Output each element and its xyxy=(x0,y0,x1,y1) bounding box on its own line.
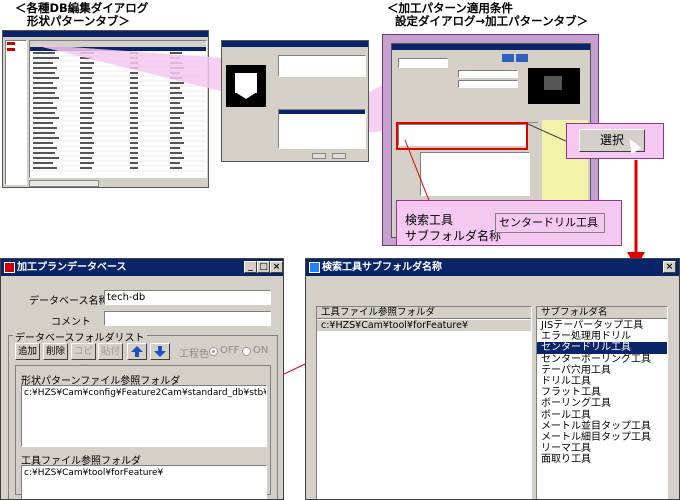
subfolder-value-field[interactable]: センタードリル工具 xyxy=(495,213,605,233)
delete-button[interactable]: 削除 xyxy=(43,343,68,360)
radio-off-label: OFF xyxy=(220,345,240,356)
subfolder-list-items: JISテーパータップ工具 エラー処理用ドリル センタードリル工具 センターボーリ… xyxy=(537,320,667,466)
radio-off[interactable] xyxy=(209,347,218,356)
process-color-label: 工程色 xyxy=(179,349,209,360)
list-item[interactable]: リーマ工具 xyxy=(537,443,667,454)
move-down-button[interactable] xyxy=(150,343,170,360)
list-item[interactable]: メートル細目タップ工具 xyxy=(537,432,667,443)
select-button-callout: 選択 xyxy=(566,123,664,159)
close-button-2[interactable]: × xyxy=(663,261,676,273)
list-item[interactable]: テーパ穴用工具 xyxy=(537,365,667,376)
subfolder-list: サブフォルダ名 JISテーパータップ工具 エラー処理用ドリル センタードリル工具… xyxy=(536,306,668,499)
radio-on-label: ON xyxy=(253,345,269,356)
arrow-up-icon xyxy=(131,346,143,357)
subfolder-window-title: 検索工具サブフォルダ名称 xyxy=(322,262,442,273)
list-item[interactable]: JISテーパータップ工具 xyxy=(537,320,667,331)
comment-label: コメント xyxy=(51,317,91,328)
tool-folder-list-header: 工具ファイル参照フォルダ xyxy=(317,307,531,319)
tool-folder-list-item[interactable]: c:¥HZS¥Cam¥tool¥forFeature¥ xyxy=(317,320,531,331)
arrow-down-icon xyxy=(154,346,166,357)
paste-button[interactable]: 貼付 xyxy=(98,343,123,360)
subfolder-name-label: サブフォルダ名称 xyxy=(405,229,502,243)
list-item[interactable]: ボール工具 xyxy=(537,410,667,421)
list-item[interactable]: フラット工具 xyxy=(537,387,667,398)
shape-pattern-folder-field[interactable]: c:¥HZS¥Cam¥config¥Feature2Cam¥standard_d… xyxy=(21,385,267,447)
app-icon xyxy=(4,262,15,273)
move-up-button[interactable] xyxy=(127,343,147,360)
subfolder-list-header: サブフォルダ名 xyxy=(537,307,667,319)
close-button[interactable]: × xyxy=(270,261,283,273)
search-tool-label: 検索工具 xyxy=(405,213,454,227)
list-item[interactable]: ボーリング工具 xyxy=(537,398,667,409)
subfolder-window: 検索工具サブフォルダ名称 × 工具ファイル参照フォルダ c:¥HZS¥Cam¥t… xyxy=(305,258,680,500)
db-window: 加工プランデータベース _ □ × データベース名称 tech-db コメント … xyxy=(0,258,284,500)
search-tool-callout: 検索工具 サブフォルダ名称 センタードリル工具 xyxy=(396,200,622,246)
radio-on[interactable] xyxy=(242,347,251,356)
db-name-label: データベース名称 xyxy=(29,296,109,307)
add-button[interactable]: 追加 xyxy=(15,343,40,360)
app-icon-2 xyxy=(309,262,320,273)
list-item[interactable]: 面取り工具 xyxy=(537,454,667,465)
tool-folder-field[interactable]: c:¥HZS¥Cam¥tool¥forFeature¥ xyxy=(21,465,267,499)
db-window-title: 加工プランデータベース xyxy=(17,262,127,273)
list-item[interactable]: センターボーリング工具 xyxy=(537,354,667,365)
db-folder-list-label: データベースフォルダリスト xyxy=(13,329,147,344)
tool-folder-list: 工具ファイル参照フォルダ c:¥HZS¥Cam¥tool¥forFeature¥ xyxy=(316,306,532,499)
minimize-button[interactable]: _ xyxy=(244,261,257,273)
comment-input[interactable] xyxy=(104,311,271,326)
db-name-input[interactable]: tech-db xyxy=(104,290,271,305)
copy-button[interactable]: コピー xyxy=(71,343,96,372)
maximize-button[interactable]: □ xyxy=(257,261,270,273)
db-window-titlebar: 加工プランデータベース _ □ × xyxy=(1,259,283,276)
list-item[interactable]: エラー処理用ドリル xyxy=(537,331,667,342)
list-item[interactable]: センタードリル工具 xyxy=(537,342,667,354)
list-item[interactable]: メートル並目タップ工具 xyxy=(537,421,667,432)
subfolder-window-titlebar: 検索工具サブフォルダ名称 × xyxy=(306,259,679,276)
list-item[interactable]: ドリル工具 xyxy=(537,376,667,387)
